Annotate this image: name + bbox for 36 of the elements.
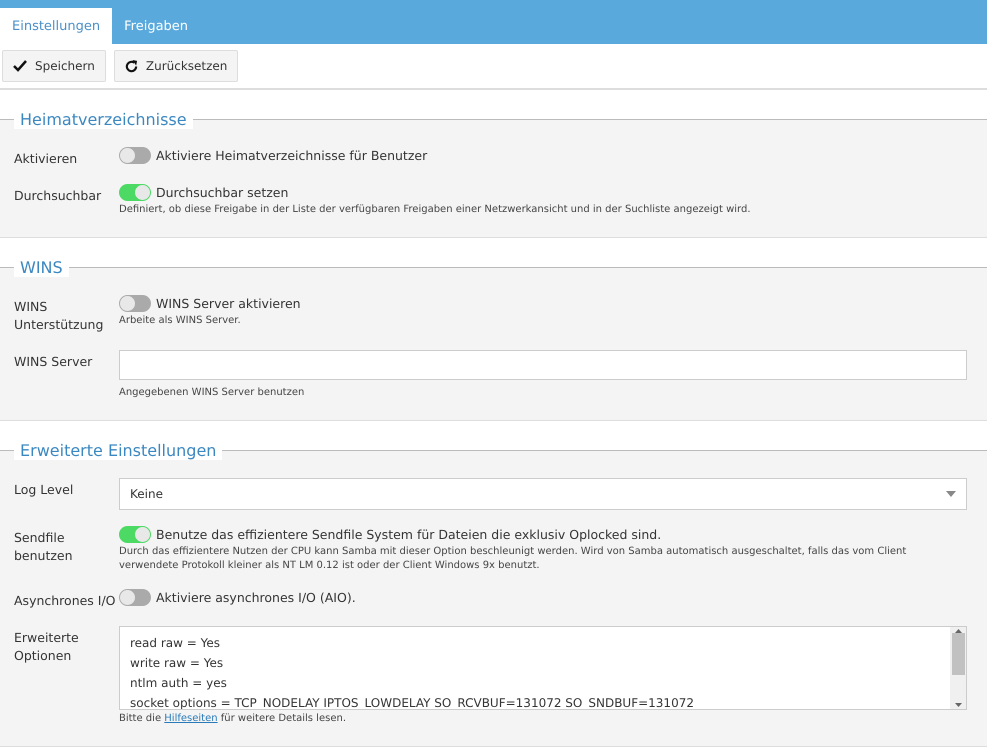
toggle-switch[interactable] — [119, 184, 151, 201]
toggle-switch[interactable] — [119, 526, 151, 543]
field-label: WINS Server — [14, 353, 94, 371]
toggle-switch[interactable] — [119, 147, 151, 164]
toolbar-button[interactable]: Zurücksetzen — [114, 50, 238, 82]
toolbar-button[interactable]: Speichern — [2, 50, 106, 82]
help-text: Arbeite als WINS Server. — [119, 314, 242, 328]
field-label: Aktivieren — [14, 150, 78, 168]
toggle-label: Aktiviere asynchrones I/O (AIO). — [156, 590, 356, 605]
help-text: Angegebenen WINS Server benutzen — [119, 386, 306, 400]
select-field[interactable]: Keine — [119, 478, 967, 510]
toggle-switch[interactable] — [119, 295, 151, 312]
field-label: Log Level — [14, 481, 74, 499]
scroll-down-icon[interactable] — [954, 703, 962, 707]
toggle-label: Durchsuchbar setzen — [156, 185, 288, 200]
field-label: Durchsuchbar — [14, 187, 102, 205]
toggle-label: Benutze das effizientere Sendfile System für Dateien die exklusiv Oplocked sind. — [156, 527, 662, 542]
field-label: Sendfile benutzen — [14, 529, 74, 565]
field-label: Erweiterte Optionen — [14, 629, 80, 665]
toggle-label: Aktiviere Heimatverzeichnisse für Benutzer — [156, 148, 428, 163]
toggle-label: WINS Server aktivieren — [156, 296, 301, 311]
help-text: Durch das effizientere Nutzen der CPU kann Samba mit dieser Option beschleunigt werden. Wird von Samba automatisch ausgeschaltet, falls das vom Client verwendete Protokoll kleiner als NT LM 0.12 ist oder der Client Windows 9x benutzt. — [119, 545, 908, 573]
section-title: Erweiterte Einstellungen — [14, 441, 222, 460]
help-text: Bitte die Hilfeseiten für weitere Details lesen. — [119, 712, 347, 726]
input-field[interactable] — [119, 350, 967, 380]
caret-icon — [946, 491, 956, 497]
section-title: WINS — [14, 258, 69, 277]
toggle-switch[interactable] — [119, 589, 151, 606]
reload-icon — [124, 60, 138, 72]
scrollbar[interactable] — [950, 627, 966, 709]
help-link[interactable]: Hilfeseiten — [164, 713, 218, 724]
field-label: Asynchrones I/O — [14, 592, 117, 610]
section-title: Heimatverzeichnisse — [14, 110, 193, 129]
check-icon — [13, 60, 27, 72]
help-text: Definiert, ob diese Freigabe in der Liste der verfügbaren Freigaben einer Netzwerkansicht und in der Suchliste angezeigt wird. — [119, 203, 752, 217]
field-label: WINS Unterstützung — [14, 298, 104, 334]
